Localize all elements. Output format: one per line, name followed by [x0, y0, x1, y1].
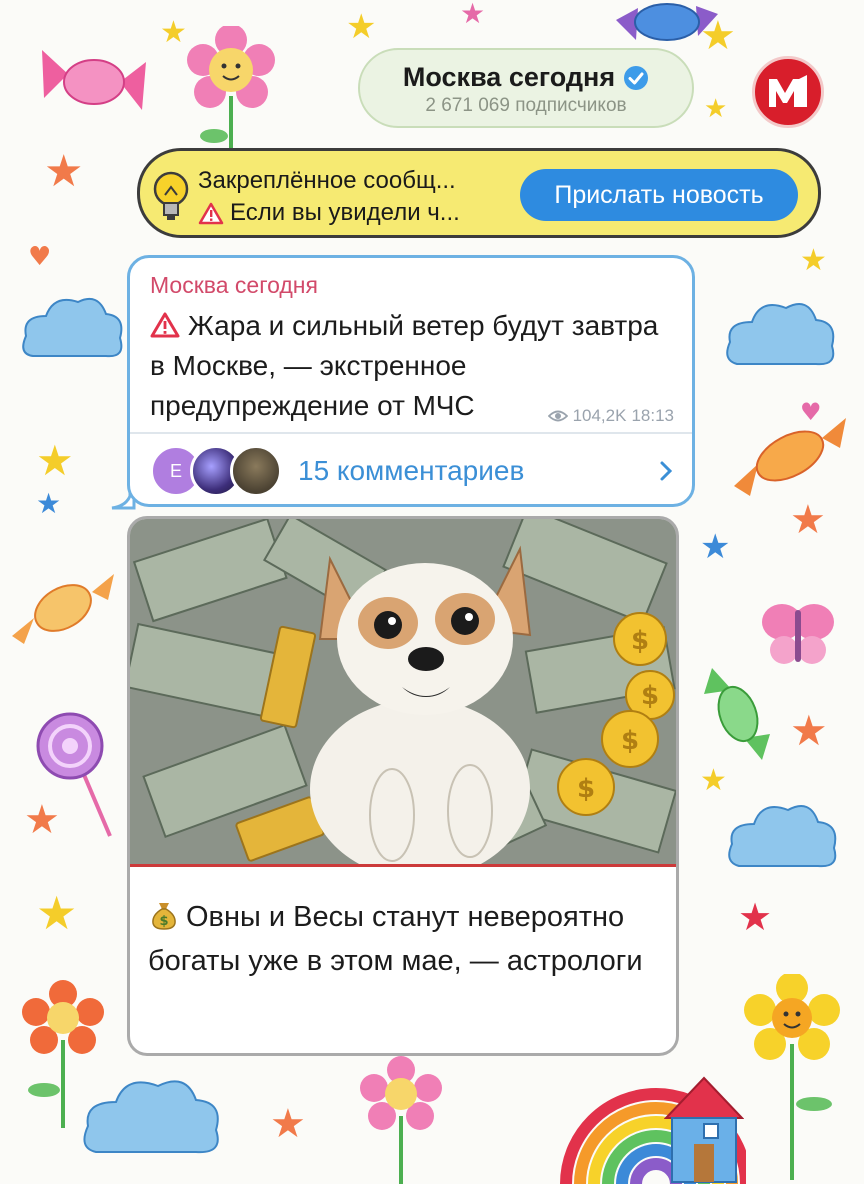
- cloud-drawing: [726, 303, 835, 366]
- svg-text:$: $: [631, 626, 649, 656]
- avatar: [230, 445, 282, 497]
- message-meta: 104,2K 18:13: [547, 406, 674, 426]
- cloud-drawing: [22, 298, 123, 358]
- star-decoration: ★: [44, 146, 84, 197]
- house-drawing: [664, 1076, 744, 1183]
- lightbulb-icon: [153, 171, 189, 220]
- pinned-message-bar[interactable]: Закреплённое сообщ... Если вы увидели ч.…: [137, 148, 821, 238]
- message-time: 18:13: [631, 406, 674, 425]
- cloud-drawing: [728, 805, 837, 868]
- star-decoration: ★: [160, 15, 187, 50]
- message-author[interactable]: Москва сегодня: [150, 272, 318, 299]
- butterfly-drawing: [762, 604, 834, 664]
- star-decoration: ★: [790, 706, 828, 755]
- candy-drawing: [616, 3, 718, 41]
- comments-label: 15 комментариев: [298, 455, 525, 486]
- message-bubble: Москва сегодня Жара и сильный ветер буду…: [127, 255, 695, 507]
- view-count: 104,2K: [572, 406, 627, 425]
- chevron-right-icon: [660, 461, 673, 481]
- flower-drawing: [22, 980, 104, 1128]
- post-card[interactable]: $ $ $ $ $ Овны и Весы станут невероятно бог…: [127, 516, 679, 1056]
- flower-drawing: [744, 974, 840, 1180]
- candy-drawing: [704, 668, 770, 760]
- comments-button[interactable]: E 15 комментариев: [150, 438, 674, 504]
- channel-title-row: Москва сегодня: [403, 62, 649, 93]
- lollipop-drawing: [36, 712, 112, 837]
- pinned-title: Закреплённое сообщ...: [198, 167, 456, 194]
- star-decoration: ★: [700, 527, 731, 567]
- star-decoration: ★: [704, 94, 728, 124]
- heart-decoration: ♥: [28, 242, 52, 272]
- candy-drawing: [12, 574, 114, 644]
- pinned-text: Если вы увидели ч...: [230, 199, 460, 226]
- divider: [130, 432, 692, 434]
- warning-icon: [150, 312, 180, 338]
- star-decoration: ★: [738, 895, 773, 939]
- channel-name: Москва сегодня: [402, 62, 616, 92]
- star-decoration: ★: [36, 886, 78, 940]
- star-decoration: ★: [270, 1101, 306, 1147]
- pinned-text-row: Если вы увидели ч...: [198, 199, 460, 227]
- message-text: Жара и сильный ветер будут завтра в Моск…: [150, 310, 659, 421]
- star-decoration: ★: [700, 763, 727, 798]
- warning-icon: [198, 202, 224, 224]
- svg-text:$: $: [159, 914, 168, 929]
- m-logo-icon: [769, 75, 807, 107]
- star-decoration: ★: [36, 436, 74, 485]
- commenter-avatars: E: [150, 443, 282, 499]
- channel-logo[interactable]: М: [752, 56, 824, 128]
- svg-text:$: $: [641, 681, 659, 711]
- post-image[interactable]: $ $ $ $: [130, 519, 676, 867]
- post-text-block: $ Овны и Весы станут невероятно богаты у…: [148, 895, 648, 983]
- subscriber-count: 2 671 069 подписчиков: [425, 95, 627, 116]
- verified-icon: [624, 65, 649, 90]
- star-decoration: ★: [36, 487, 62, 520]
- star-decoration: ★: [800, 243, 827, 278]
- eye-icon: [547, 410, 568, 422]
- svg-text:$: $: [621, 726, 639, 756]
- post-text: Овны и Весы станут невероятно богаты уже…: [148, 901, 643, 977]
- chihuahua-money-illustration: $$$$: [130, 519, 676, 864]
- flower-drawing: [360, 1056, 442, 1184]
- star-decoration: ★: [460, 0, 486, 30]
- candy-drawing: [734, 418, 846, 496]
- star-decoration: ★: [790, 497, 826, 543]
- flower-drawing: [187, 26, 275, 154]
- money-bag-icon: $: [148, 899, 180, 931]
- send-news-button[interactable]: Прислать новость: [520, 169, 798, 221]
- svg-text:$: $: [577, 774, 595, 804]
- candy-drawing: [42, 50, 146, 110]
- channel-header[interactable]: Москва сегодня 2 671 069 подписчиков: [358, 48, 694, 128]
- star-decoration: ★: [346, 7, 377, 47]
